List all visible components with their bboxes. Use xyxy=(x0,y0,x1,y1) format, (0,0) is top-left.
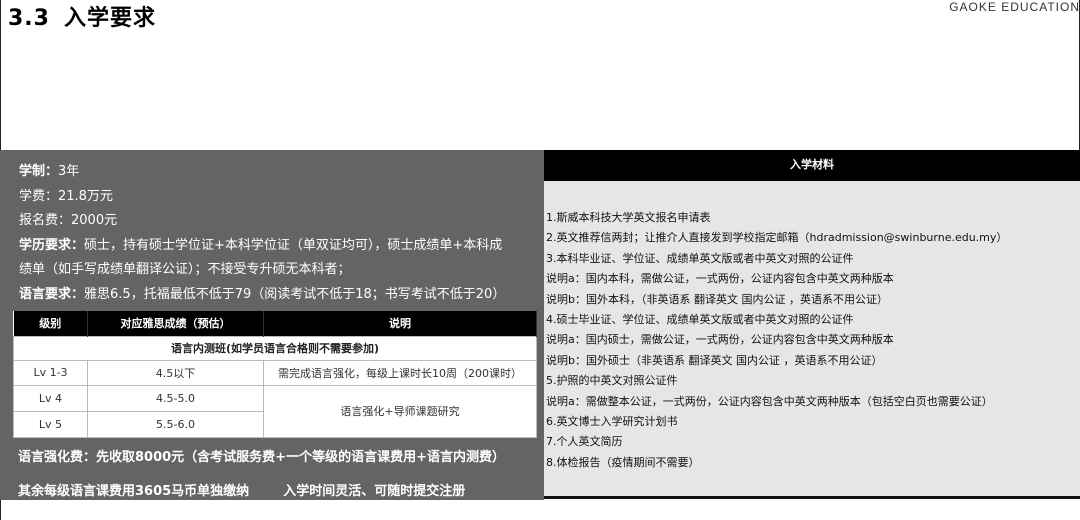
materials-list: 1.斯威本科技大学英文报名申请表 2.英文推荐信两封；让推介人直接发到学校指定邮… xyxy=(546,208,1080,473)
application-fee-line: 报名费：2000元 xyxy=(19,213,118,228)
row-level: Lv 1-3 xyxy=(13,359,88,386)
list-item: 7.个人英文简历 xyxy=(546,435,623,449)
duration-line: 学制：3年 xyxy=(19,160,539,185)
row-score: 5.5-6.0 xyxy=(87,410,264,438)
entry-time-text: 入学时间灵活、可随时提交注册 xyxy=(283,484,466,499)
requirements-text: 学制：3年 学费：21.8万元 报名费：2000元 学历要求：硕士，持有硕士学位… xyxy=(19,160,539,307)
row-level: Lv 4 xyxy=(13,384,88,412)
language-value: 雅思6.5，托福最低不低于79（阅读考试不低于18；书写考试不低于20） xyxy=(84,286,506,302)
list-item: 6.英文博士入学研究计划书 xyxy=(546,415,678,429)
language-fee-line: 语言强化费：先收取8000元（含考试服务费+一个等级的语言课费用+语言内测费） xyxy=(18,450,505,465)
education-line: 学历要求：硕士，持有硕士学位证+本科学位证（单双证均可），硕士成绩单+本科成 xyxy=(19,234,539,259)
header-score: 对应雅思成绩（预估） xyxy=(87,311,264,336)
materials-title: 入学材料 xyxy=(544,150,1080,181)
header-level: 级别 xyxy=(13,311,88,336)
list-item: 1.斯威本科技大学英文报名申请表 xyxy=(546,211,711,224)
row-score: 4.5以下 xyxy=(87,359,264,386)
list-item: 5.护照的中英文对照公证件 xyxy=(546,374,678,388)
row-level: Lv 5 xyxy=(13,410,88,438)
duration-value: 3年 xyxy=(58,164,80,179)
list-item: 说明a：需做整本公证，一式两份，公证内容包含中英文两种版本（包括空白页也需要公证… xyxy=(546,394,993,408)
education-label: 学历要求： xyxy=(19,237,85,253)
language-table-caption: 语言内测班(如学员语言合格则不需要参加) xyxy=(13,335,537,361)
list-item: 说明a：国内本科，需做公证，一式两份，公证内容包含中英文两种版本 xyxy=(546,272,894,286)
language-test-table: 语言内测班(如学员语言合格则不需要参加) 级别 对应雅思成绩（预估） 说明 Lv… xyxy=(13,311,537,438)
other-fee-line: 其余每级语言课费用3605马币单独缴纳 入学时间灵活、可随时提交注册 xyxy=(18,480,465,499)
other-fee-text: 其余每级语言课费用3605马币单独缴纳 xyxy=(18,484,250,499)
row-note: 需完成语言强化，每级上课时长10周（200课时） xyxy=(263,359,537,386)
list-item: 说明a：国内硕士，需做公证，一式两份，公证内容包含中英文两种版本 xyxy=(546,333,894,347)
education-value-1: 硕士，持有硕士学位证+本科学位证（单双证均可），硕士成绩单+本科成 xyxy=(84,237,503,253)
list-item: 4.硕士毕业证、学位证、成绩单英文版或者中英文对照的公证件 xyxy=(546,313,854,327)
table-row: Lv 1-3 4.5以下 需完成语言强化，每级上课时长10周（200课时） xyxy=(13,359,537,386)
list-item: 说明b：国外本科，（非英语系 翻译英文 国内公证 ，英语系不用公证） xyxy=(546,292,888,306)
row-note: 语言强化+导师课题研究 xyxy=(263,384,537,438)
section-number: 3.3 xyxy=(8,6,50,31)
list-item: 说明b：国外硕士（非英语系 翻译英文 国内公证 ，英语系不用公证） xyxy=(546,353,883,367)
requirements-panel: 学制：3年 学费：21.8万元 报名费：2000元 学历要求：硕士，持有硕士学位… xyxy=(0,150,544,500)
row-score: 4.5-5.0 xyxy=(87,384,264,412)
table-row: Lv 4 4.5-5.0 语言强化+导师课题研究 xyxy=(13,384,537,438)
tuition-line: 学费：21.8万元 xyxy=(19,188,113,204)
list-item: 2.英文推荐信两封；让推介人直接发到学校指定邮箱（hdradmission@sw… xyxy=(546,231,1008,245)
language-label: 语言要求： xyxy=(19,286,85,302)
materials-bottom-rule xyxy=(544,496,1080,499)
language-line: 语言要求：雅思6.5，托福最低不低于79（阅读考试不低于18；书写考试不低于20… xyxy=(19,283,539,308)
list-item: 8.体检报告（疫情期间不需要） xyxy=(546,455,700,469)
list-item: 3.本科毕业证、学位证、成绩单英文版或者中英文对照的公证件 xyxy=(546,251,854,265)
education-value-2: 绩单（如手写成绩单翻译公证）；不接受专升硕无本科者； xyxy=(19,262,351,277)
page-title: 3.3 入学要求 xyxy=(8,0,156,32)
header-note: 说明 xyxy=(263,311,537,336)
section-title: 入学要求 xyxy=(63,6,156,31)
brand-label: GAOKE EDUCATION xyxy=(949,0,1080,14)
materials-panel: 入学材料 1.斯威本科技大学英文报名申请表 2.英文推荐信两封；让推介人直接发到… xyxy=(544,150,1080,499)
duration-label: 学制： xyxy=(19,164,59,179)
